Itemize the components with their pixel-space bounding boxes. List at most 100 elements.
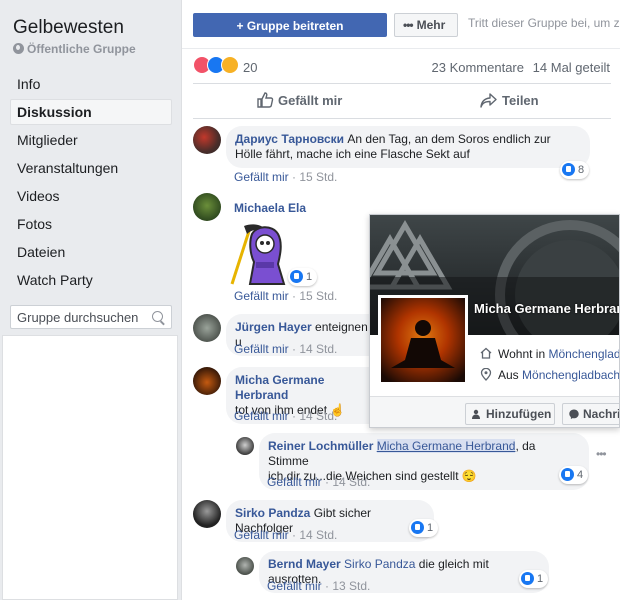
group-search [10, 305, 172, 329]
like-count-badge[interactable]: 1 [519, 570, 549, 588]
like-count-badge[interactable]: 4 [559, 466, 589, 484]
profile-picture[interactable] [378, 295, 468, 385]
hometown-link[interactable]: Mönchengladbach [522, 368, 619, 382]
comment-author[interactable]: Micha Germane Herbrand [235, 373, 376, 403]
hovercard-name[interactable]: Micha Germane Herbran [474, 301, 619, 316]
search-icon[interactable] [152, 311, 163, 322]
like-action-label: Gefällt mir [278, 93, 343, 108]
comment-time[interactable]: 15 Std. [299, 289, 337, 303]
comment-author[interactable]: Reiner Lochmüller [268, 439, 373, 453]
comment-time[interactable]: 14 Std. [299, 528, 337, 542]
like-action-button[interactable]: Gefällt mir [257, 84, 342, 118]
lives-in-row: Wohnt in Mönchengladb [480, 347, 619, 361]
nav-photos[interactable]: Fotos [10, 211, 172, 237]
nav-info[interactable]: Info [10, 71, 172, 97]
comment-like-link[interactable]: Gefällt mir [267, 579, 322, 593]
comment-meta: Gefällt mir · 15 Std. [234, 170, 338, 184]
comment-time[interactable]: 14 Std. [299, 342, 337, 356]
lives-in-link[interactable]: Mönchengladb [548, 347, 619, 361]
group-privacy-label: Öffentliche Gruppe [27, 42, 136, 56]
nav-events[interactable]: Veranstaltungen [10, 155, 172, 181]
comment-like-link[interactable]: Gefällt mir [234, 342, 289, 356]
like-icon [561, 468, 574, 481]
comment-time[interactable]: 15 Std. [299, 170, 337, 184]
avatar[interactable] [193, 500, 221, 528]
avatar[interactable] [193, 367, 221, 395]
comment-meta: Gefällt mir · 15 Std. [234, 289, 338, 303]
message-label: Nachri [583, 407, 620, 421]
home-icon [480, 347, 492, 359]
like-count-badge[interactable]: 1 [409, 519, 439, 537]
like-count: 4 [577, 469, 584, 481]
share-count[interactable]: 14 Mal geteilt [533, 60, 610, 75]
hovercard-actions: Hinzufügen Nachri [370, 396, 620, 427]
avatar[interactable] [193, 314, 221, 342]
like-count: 1 [306, 271, 313, 283]
avatar[interactable] [193, 193, 221, 221]
comment-time[interactable]: 14 Std. [299, 409, 337, 423]
comment-author[interactable]: Michaela Ela [234, 201, 306, 215]
reaction-count[interactable]: 20 [243, 60, 257, 75]
comment-meta: Gefällt mir · 13 Std. [267, 579, 371, 593]
add-friend-icon [472, 409, 480, 419]
add-friend-label: Hinzufügen [486, 407, 552, 421]
comment-author[interactable]: Дариус Тарновски [235, 132, 344, 146]
comment-like-link[interactable]: Gefällt mir [234, 289, 289, 303]
hometown-row: Aus Mönchengladbach [480, 367, 619, 382]
comment-author[interactable]: Jürgen Hayer [235, 320, 312, 334]
comment-like-link[interactable]: Gefällt mir [234, 528, 289, 542]
like-count-badge[interactable]: 1 [288, 268, 318, 286]
reply-line-1: Reiner Lochmüller Micha Germane Herbrand… [268, 439, 579, 469]
more-button-label: Mehr [416, 18, 446, 32]
avatar[interactable] [236, 557, 254, 575]
nav-discussion[interactable]: Diskussion [10, 99, 172, 125]
like-icon [290, 270, 303, 283]
more-button[interactable]: ••• Mehr [394, 13, 458, 37]
nav-videos[interactable]: Videos [10, 183, 172, 209]
avatar[interactable] [236, 437, 254, 455]
comment-time[interactable]: 13 Std. [332, 579, 370, 593]
nav-files[interactable]: Dateien [10, 239, 172, 265]
comment-count[interactable]: 23 Kommentare [432, 60, 525, 75]
like-icon [411, 521, 424, 534]
comment-meta: Gefällt mir · 14 Std. [234, 342, 338, 356]
like-icon [562, 163, 575, 176]
hometown-prefix: Aus [498, 368, 519, 382]
group-name[interactable]: Gelbewesten [13, 17, 124, 39]
like-count: 8 [578, 164, 585, 176]
avatar[interactable] [193, 126, 221, 154]
message-button[interactable]: Nachri [562, 403, 620, 425]
share-action-label: Teilen [502, 93, 539, 108]
like-count-badge[interactable]: 8 [560, 161, 590, 179]
comment-like-link[interactable]: Gefällt mir [234, 409, 289, 423]
comment-like-link[interactable]: Gefällt mir [267, 475, 322, 489]
sidebar-panel [2, 335, 178, 600]
join-group-button[interactable]: + Gruppe beitreten [193, 13, 387, 37]
wow-reaction-icon [221, 56, 239, 74]
more-dots-icon: ••• [403, 18, 414, 32]
grim-reaper-sticker [230, 224, 286, 285]
globe-icon [13, 43, 24, 54]
mention-link[interactable]: Micha Germane Herbrand [376, 439, 516, 453]
comment-meta: Gefällt mir · 14 Std. [234, 409, 338, 423]
like-count: 1 [427, 522, 434, 534]
comment-time[interactable]: 14 Std. [332, 475, 370, 489]
share-arrow-icon [480, 93, 497, 108]
profile-hovercard: Micha Germane Herbran Wohnt in Mönchengl… [369, 214, 620, 428]
comment-author[interactable]: Bernd Mayer [268, 557, 341, 571]
nav-members[interactable]: Mitglieder [10, 127, 172, 153]
post-action-bar: Gefällt mir Teilen [193, 83, 611, 119]
comment-meta: Gefällt mir · 14 Std. [234, 528, 338, 542]
mention-link[interactable]: Sirko Pandza [344, 557, 415, 571]
comment-like-link[interactable]: Gefällt mir [234, 170, 289, 184]
location-pin-icon [480, 367, 492, 381]
add-friend-button[interactable]: Hinzufügen [465, 403, 555, 425]
nav-watch-party[interactable]: Watch Party [10, 267, 172, 293]
more-options-icon[interactable]: ••• [596, 447, 607, 461]
group-search-input[interactable] [11, 306, 141, 328]
comment-author[interactable]: Sirko Pandza [235, 506, 310, 520]
divider [182, 48, 620, 49]
share-action-button[interactable]: Teilen [480, 84, 539, 118]
comment-author-name[interactable]: Michaela Ela [234, 201, 306, 215]
left-sidebar: Gelbewesten Öffentliche Gruppe Info Disk… [0, 0, 181, 600]
